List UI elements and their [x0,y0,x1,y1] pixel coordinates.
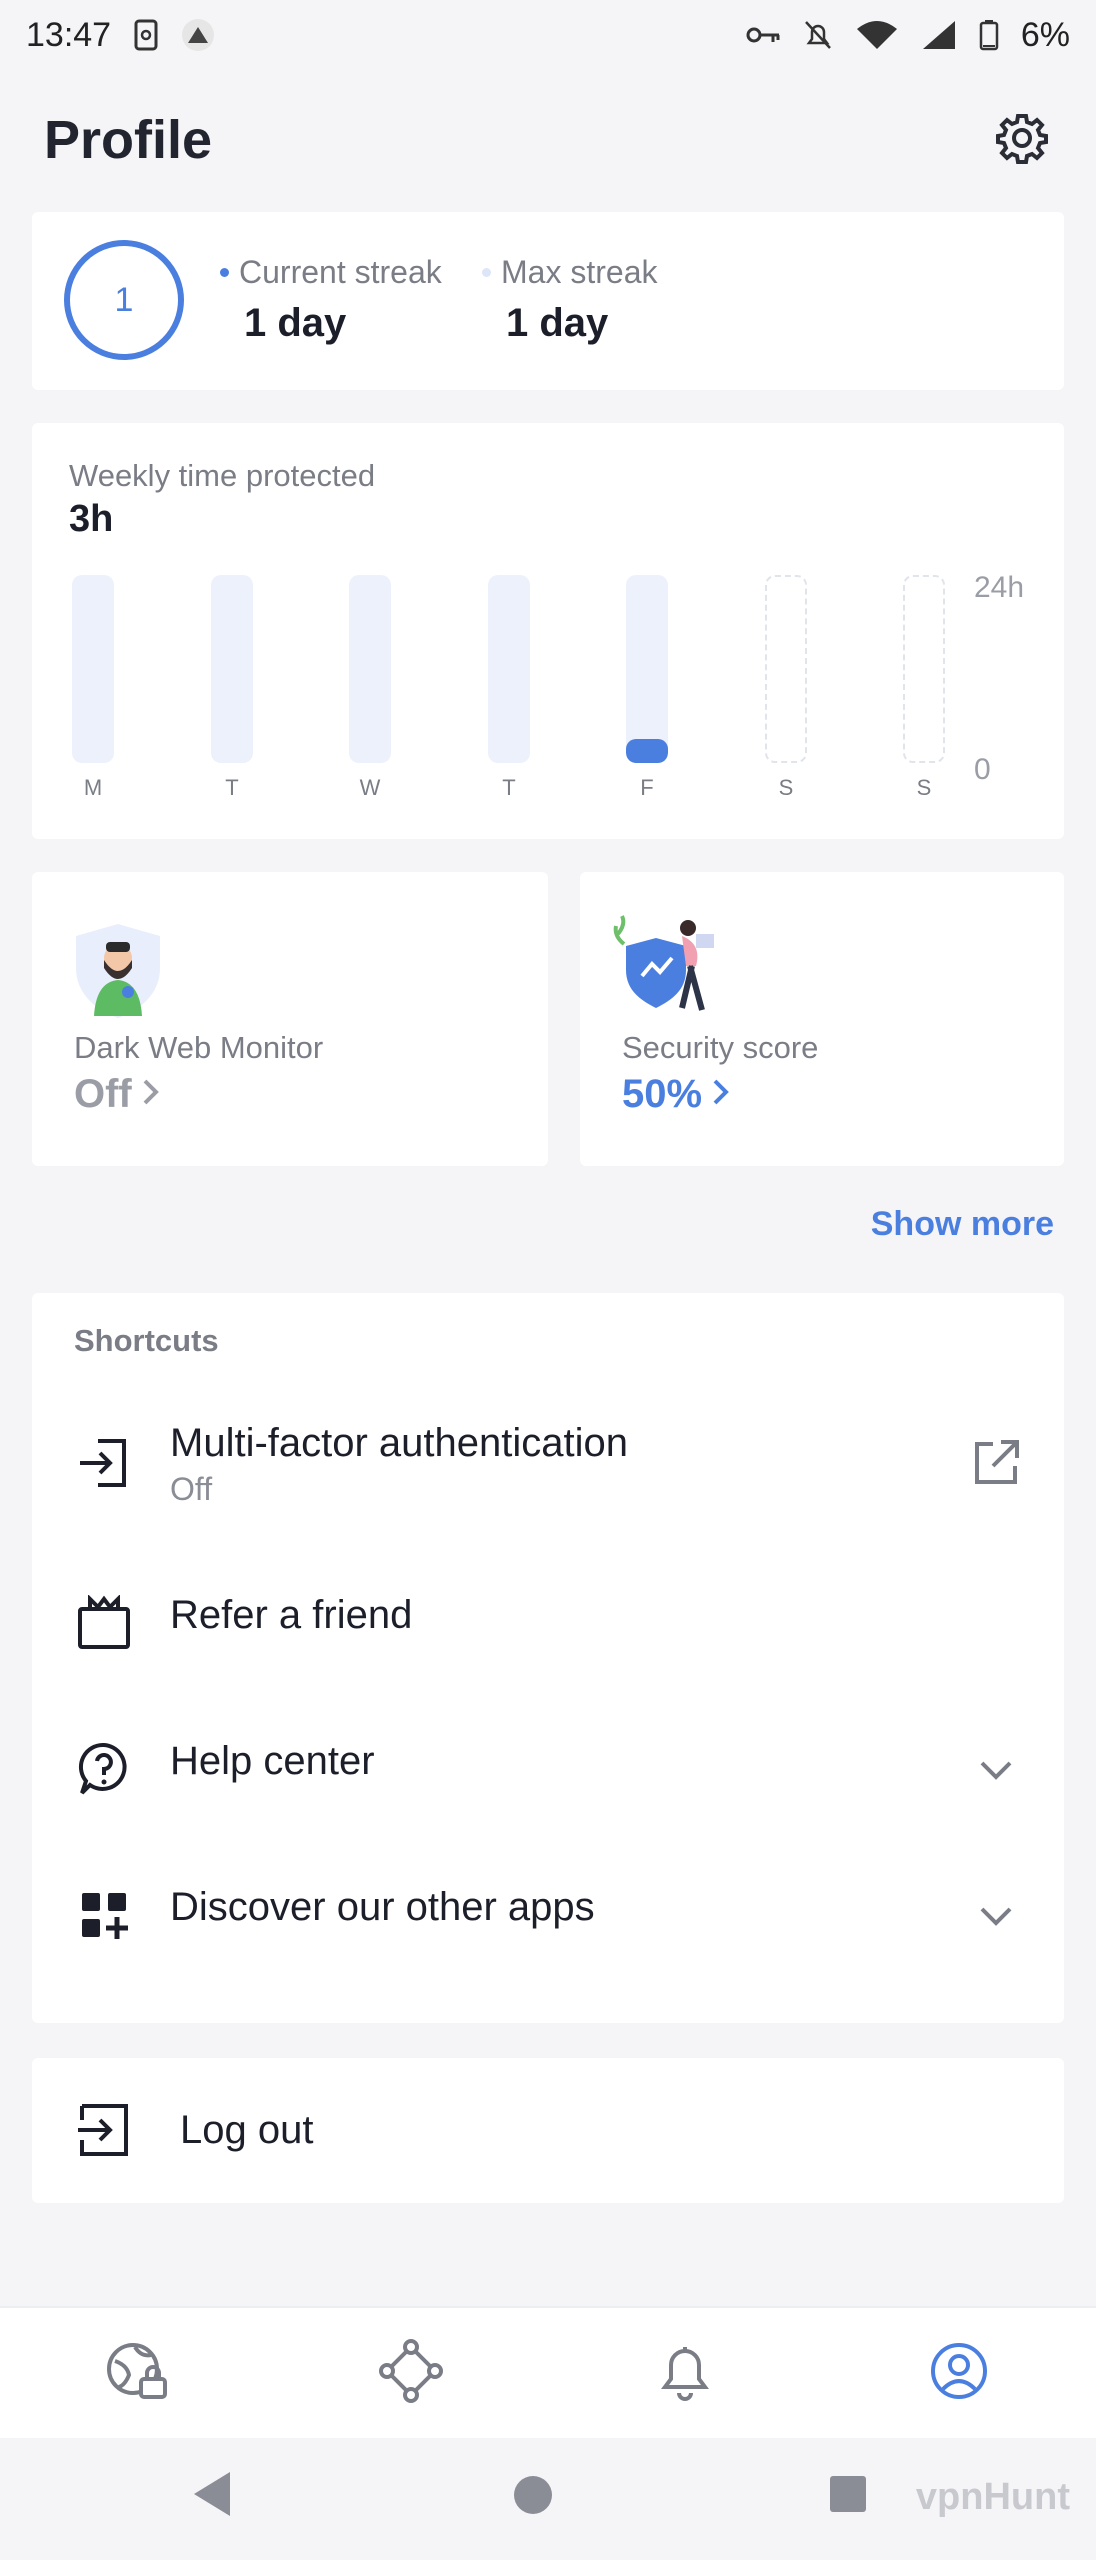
current-streak-label: Current streak [239,254,442,290]
security-percent: 50% [622,1072,703,1116]
dark-web-monitor-card[interactable]: Dark Web Monitor Off [32,872,548,1166]
nav-devices[interactable] [371,2333,451,2413]
chevron-right-icon [710,1072,732,1117]
header: Profile [0,95,1096,185]
max-streak-dot [482,268,491,277]
recents-square-icon [828,2474,868,2519]
security-score-card[interactable]: Security score 50% [580,872,1064,1166]
security-illustration-icon [612,914,722,1019]
shortcut-label: Discover our other apps [170,1885,595,1929]
show-more-link[interactable]: Show more [871,1205,1054,1244]
logout-button[interactable]: Log out [32,2058,1064,2203]
shortcut-label: Multi-factor authentication [170,1421,629,1465]
logout-icon [74,2100,134,2160]
apps-add-icon [74,1885,134,1945]
watermark: vpnHunt [915,2476,1070,2518]
security-value: 50% [622,1072,732,1117]
vpn-key-icon [745,24,781,46]
weekday-label: T [225,775,239,800]
dark-web-value: Off [74,1072,162,1117]
signal-icon [921,19,957,51]
help-icon [74,1739,134,1799]
weekly-protection-card: Weekly time protected 3h M T W T F S S 24h 0 [32,423,1064,839]
chevron-right-icon [140,1072,162,1117]
wifi-icon [855,19,899,51]
axis-max-label: 24h [974,571,1025,604]
muted-bell-icon [803,19,833,51]
current-streak: Current streak 1 day [220,254,442,346]
weekday-label: S [916,775,932,800]
shortcut-sublabel: Off [170,1471,213,1507]
login-icon [74,1433,134,1493]
shortcut-help[interactable]: Help center [32,1699,1064,1829]
battery-percent: 6% [1020,15,1070,54]
dark-web-status: Off [74,1072,132,1116]
shortcuts-title: Shortcuts [74,1323,219,1358]
settings-button[interactable] [992,110,1052,170]
max-streak: Max streak 1 day [482,254,657,346]
page-title: Profile [44,110,213,170]
shortcut-mfa[interactable]: Multi-factor authentication Off [32,1393,1064,1523]
weekday-label: F [640,775,654,800]
weekly-bar [765,575,807,763]
shortcut-other-apps[interactable]: Discover our other apps [32,1845,1064,1975]
logout-label: Log out [180,2108,314,2152]
current-streak-value: 1 day [244,301,347,345]
chevron-down-icon [966,1885,1026,1945]
home-circle-icon [512,2474,554,2521]
shortcut-label: Help center [170,1739,375,1783]
screenshot-icon [133,19,159,51]
max-streak-label: Max streak [501,254,658,290]
streak-card: 1 Current streak 1 day Max streak 1 day [32,212,1064,390]
security-title: Security score [622,1030,819,1065]
dark-web-illustration-icon [72,920,164,1025]
weekday-label: M [83,775,103,800]
weekly-bar [626,575,668,763]
nav-notifications[interactable] [645,2333,725,2413]
weekly-bar [211,575,253,763]
globe-lock-icon [105,2339,169,2408]
system-back-button[interactable] [190,2468,234,2525]
streak-count-ring: 1 [64,240,184,360]
current-streak-dot [220,268,229,277]
chevron-down-icon [966,1739,1026,1799]
weekly-bar-fill [626,739,668,763]
status-bar: 13:47 6% [0,0,1096,70]
bottom-navigation [0,2306,1096,2438]
bell-icon [657,2341,713,2406]
battery-icon [979,19,999,51]
nav-profile[interactable] [919,2333,999,2413]
weekly-title: Weekly time protected [69,458,376,493]
gift-icon [74,1593,134,1653]
weekday-label: T [502,775,516,800]
status-time: 13:47 [26,15,112,54]
axis-min-label: 0 [974,753,991,786]
weekly-bar [349,575,391,763]
weekly-bar [72,575,114,763]
app-notification-icon [181,18,215,52]
external-link-icon [966,1433,1026,1493]
weekly-bar [903,575,945,763]
max-streak-value: 1 day [506,301,609,345]
system-home-button[interactable] [512,2474,554,2521]
nav-vpn[interactable] [97,2333,177,2413]
weekday-label: S [778,775,794,800]
weekly-total: 3h [69,498,114,540]
dark-web-title: Dark Web Monitor [74,1030,324,1065]
profile-icon [929,2341,989,2406]
nodes-icon [379,2338,443,2408]
shortcuts-card: Shortcuts Multi-factor authentication Of… [32,1293,1064,2023]
system-recents-button[interactable] [828,2474,868,2519]
weekday-label: W [359,775,381,800]
system-navigation: vpnHunt [0,2438,1096,2560]
shortcut-refer[interactable]: Refer a friend [32,1553,1064,1683]
gear-icon [996,112,1048,169]
shortcut-label: Refer a friend [170,1593,413,1637]
weekly-bar [488,575,530,763]
back-triangle-icon [190,2468,234,2525]
